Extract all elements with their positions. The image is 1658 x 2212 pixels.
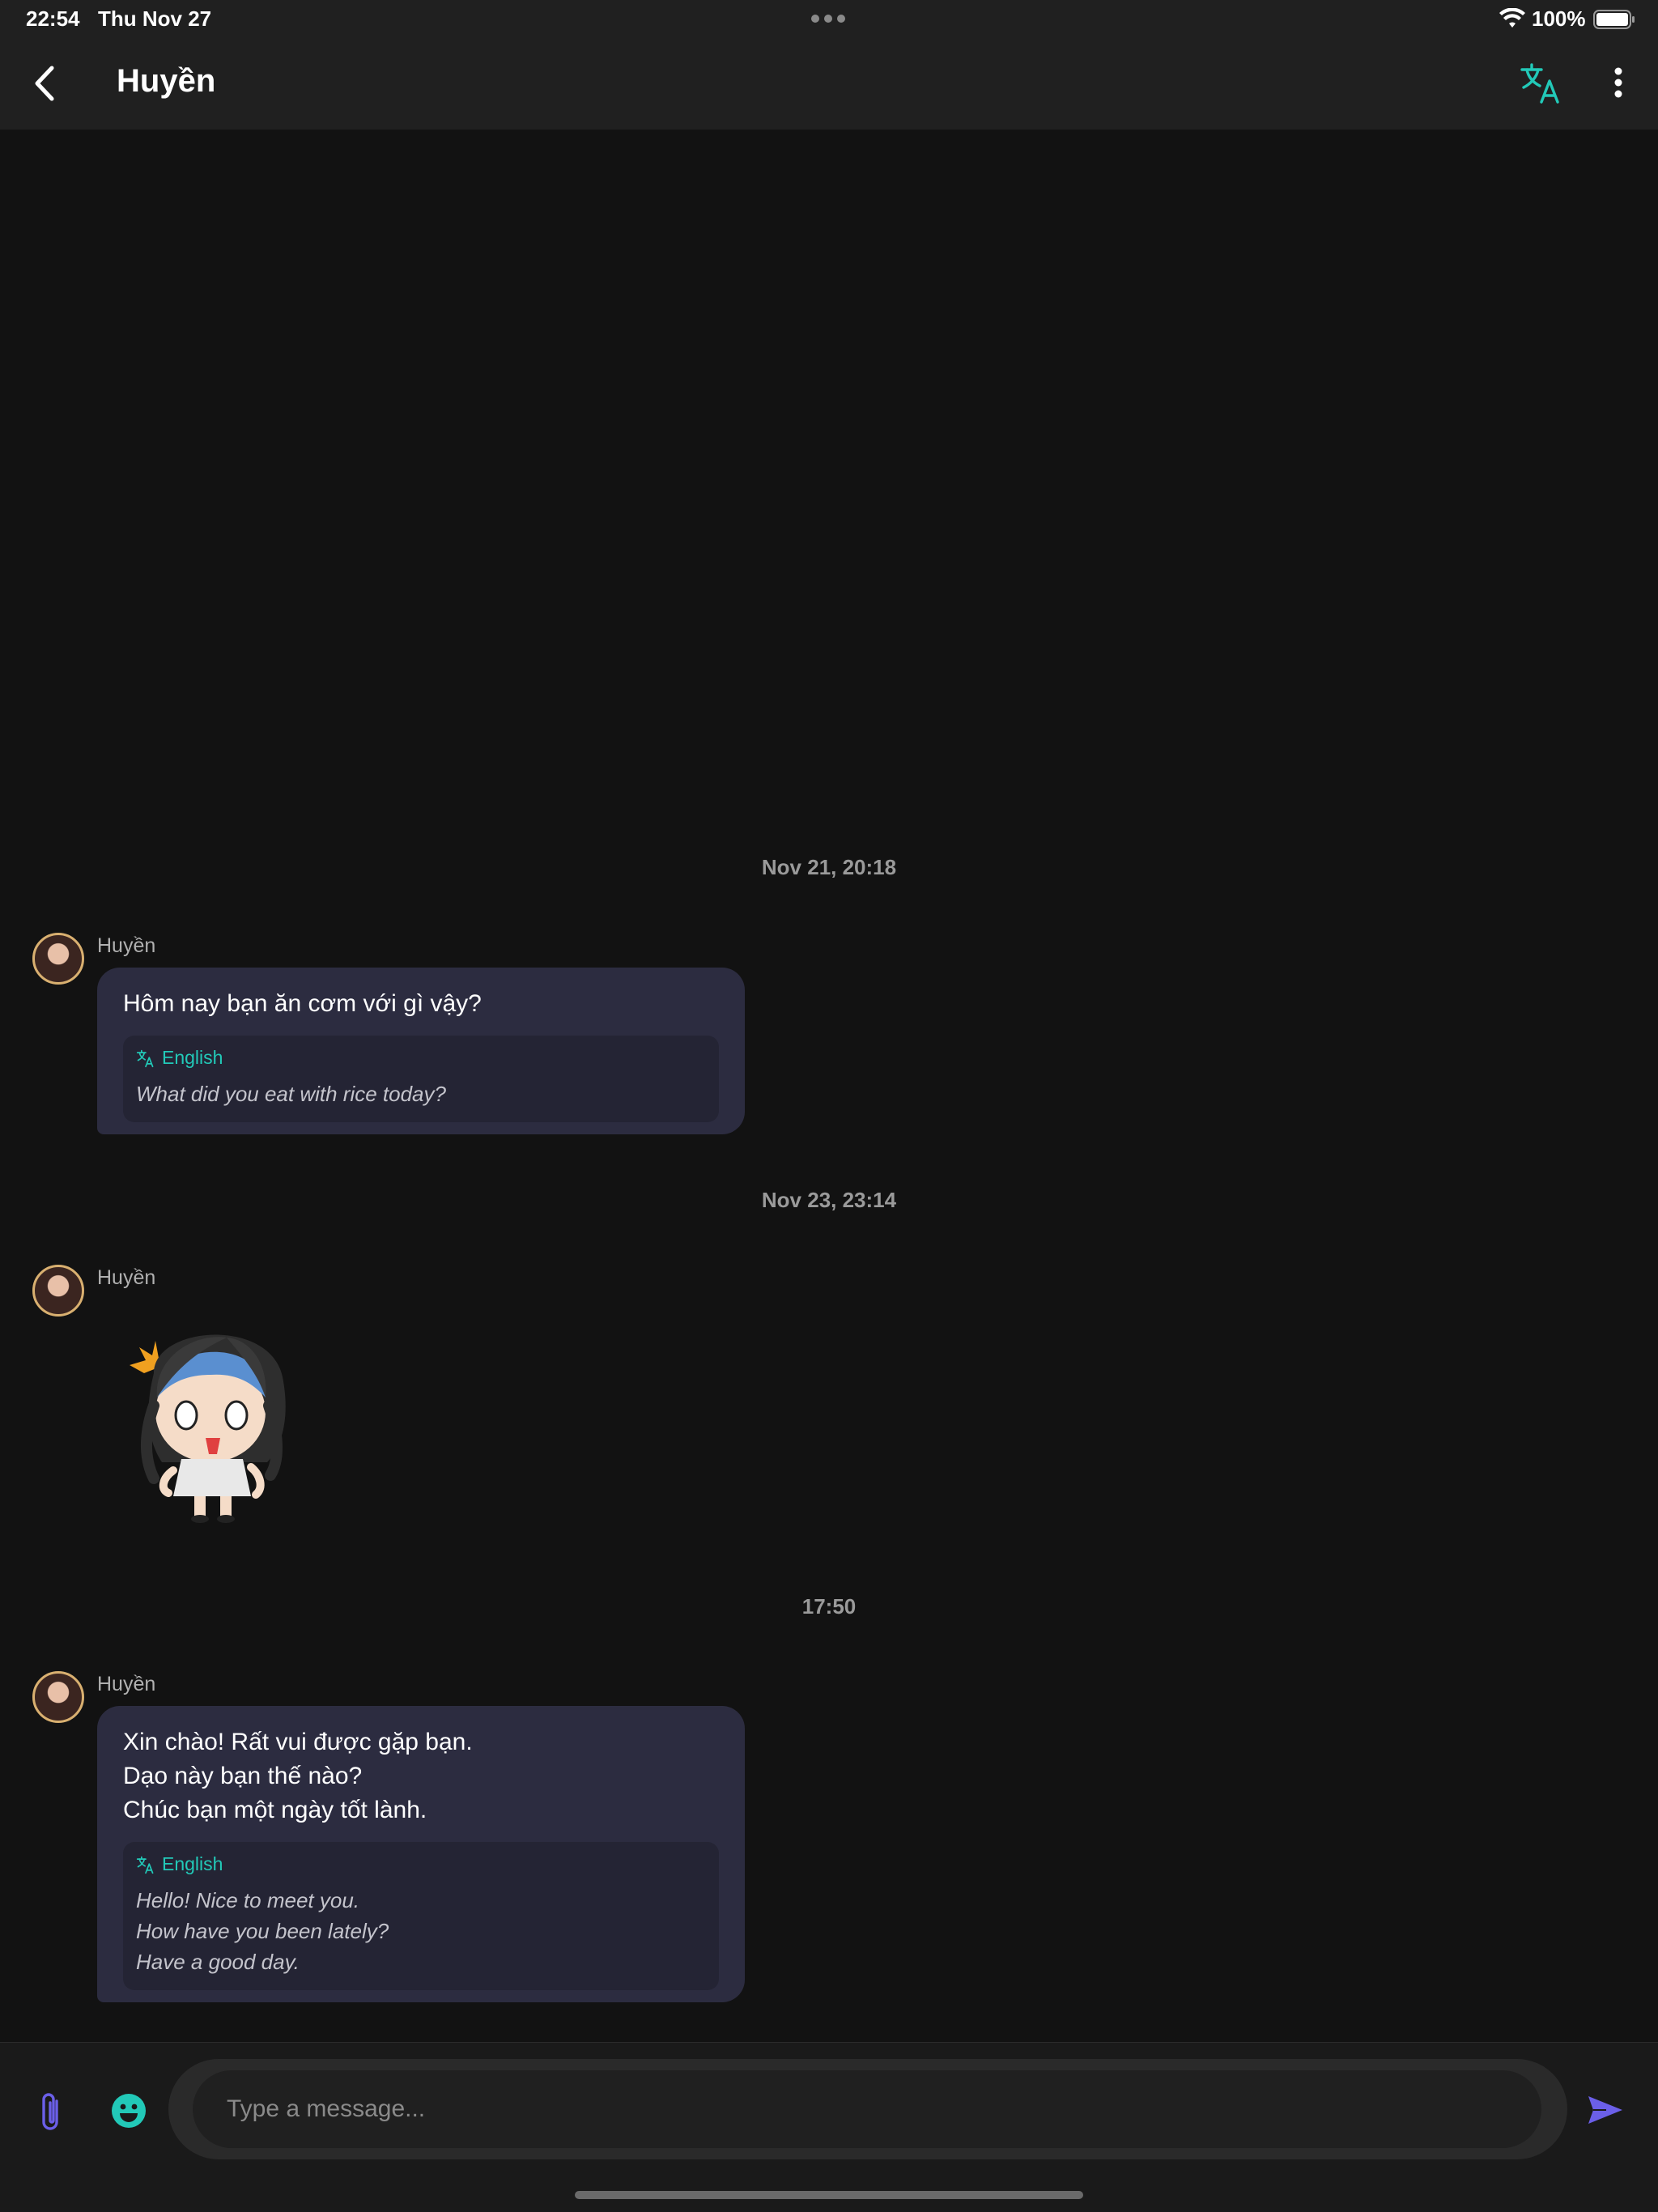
message-bubble[interactable]: Hôm nay bạn ăn cơm với gì vậy? English W… (97, 968, 745, 1134)
paperclip-icon[interactable] (36, 2090, 68, 2135)
chat-screen: 22:54 Thu Nov 27 100% Huyền Nov 21, 20:1… (0, 0, 1658, 2212)
sender-name: Huyền (97, 1266, 156, 1289)
translation-header: English (136, 1853, 706, 1875)
status-bar: 22:54 Thu Nov 27 100% (0, 0, 1658, 39)
translate-small-icon (136, 1049, 154, 1067)
sender-name: Huyền (97, 934, 156, 957)
emoji-icon[interactable] (111, 2093, 147, 2129)
wifi-icon (1499, 8, 1525, 28)
avatar[interactable] (32, 1671, 84, 1723)
status-time: 22:54 (26, 6, 80, 31)
translate-icon[interactable] (1519, 60, 1564, 105)
avatar[interactable] (32, 1265, 84, 1317)
send-icon[interactable] (1587, 2093, 1624, 2127)
chat-header: Huyền (0, 39, 1658, 130)
message-input-container (168, 2059, 1567, 2159)
more-options-icon[interactable] (1606, 63, 1630, 102)
multitasking-dots-icon[interactable] (811, 15, 845, 23)
sender-name: Huyền (97, 1673, 156, 1695)
message-input[interactable] (193, 2070, 1541, 2148)
status-date: Thu Nov 27 (98, 6, 212, 31)
battery-percent: 100% (1532, 6, 1586, 31)
page-title: Huyền (117, 63, 216, 99)
home-indicator[interactable] (575, 2191, 1083, 2199)
message-text: Xin chào! Rất vui được gặp bạn. Dạo này … (123, 1729, 473, 1823)
message-bubble[interactable]: Xin chào! Rất vui được gặp bạn. Dạo này … (97, 1706, 745, 2002)
battery-icon (1593, 10, 1635, 29)
date-separator: Nov 23, 23:14 (761, 1188, 897, 1212)
translation-text: Hello! Nice to meet you. How have you be… (136, 1888, 389, 1974)
date-separator: Nov 21, 20:18 (761, 855, 897, 879)
back-chevron-icon[interactable] (28, 63, 63, 104)
translation-header: English (136, 1047, 706, 1069)
surprised-chibi-girl-sticker-icon[interactable] (121, 1317, 308, 1525)
translate-small-icon (136, 1856, 154, 1874)
message-text: Hôm nay bạn ăn cơm với gì vậy? (123, 990, 482, 1017)
translation-language: English (162, 1853, 223, 1874)
translation-language: English (162, 1047, 223, 1068)
translation-box: English Hello! Nice to meet you. How hav… (123, 1842, 719, 1990)
avatar[interactable] (32, 933, 84, 985)
translation-box: English What did you eat with rice today… (123, 1036, 719, 1122)
message-composer (0, 2042, 1658, 2212)
date-separator: 17:50 (801, 1594, 857, 1619)
translation-text: What did you eat with rice today? (136, 1082, 446, 1106)
